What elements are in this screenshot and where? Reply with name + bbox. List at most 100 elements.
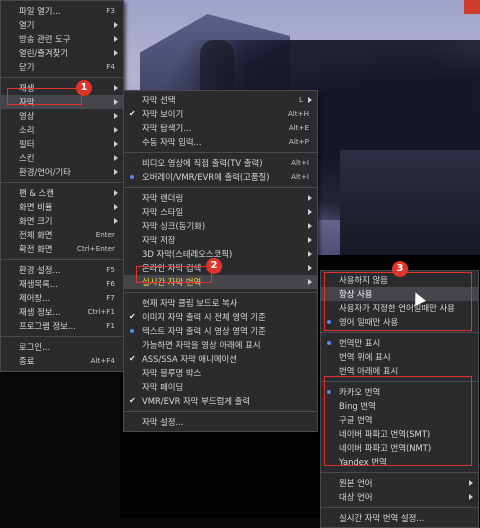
menu-item[interactable]: 텍스트 자막 출력 시 영상 영역 기준 xyxy=(124,324,317,338)
menu-item-label: 네이버 파파고 번역(SMT) xyxy=(339,429,431,439)
menu-item[interactable]: 대상 언어 xyxy=(321,490,478,504)
menu-item[interactable]: 자막 싱크(동기화) xyxy=(124,219,317,233)
menu-item-shortcut: Alt+F4 xyxy=(90,356,115,365)
menu-item-label: 자막 xyxy=(19,97,35,107)
menu-item-label: 영어 일때만 사용 xyxy=(339,317,399,327)
menu-item[interactable]: 네이버 파파고 번역(NMT) xyxy=(321,441,478,455)
realtime-translate-submenu: 사용하지 않음 항상 사용 사용자가 지정한 언어일때만 사용 영어 일때만 사용 번역… xyxy=(320,270,479,528)
menu-item[interactable]: 로그인... xyxy=(1,340,123,354)
menu-item-label: 자막 싱크(동기화) xyxy=(142,221,206,231)
menu-item-label: 화면 비율 xyxy=(19,202,53,212)
menu-separator xyxy=(1,259,123,260)
menu-item[interactable]: 번역 위에 표시 xyxy=(321,350,478,364)
menu-item[interactable]: 자막 스타일 xyxy=(124,205,317,219)
menu-item[interactable]: 오버레이/VMR/EVR에 출력(고품질) Alt+I xyxy=(124,170,317,184)
menu-item[interactable]: 필터 xyxy=(1,137,123,151)
menu-item[interactable]: 카카오 번역 xyxy=(321,385,478,399)
menu-item[interactable]: 전체 화면 Enter xyxy=(1,228,123,242)
menu-item[interactable]: 파일 열기... F3 xyxy=(1,4,123,18)
menu-item[interactable]: 열린/즐겨찾기 xyxy=(1,46,123,60)
menu-item[interactable]: 자막 페이딩 xyxy=(124,380,317,394)
menu-item[interactable]: 재생 정보... Ctrl+F1 xyxy=(1,305,123,319)
menu-item-label: 온라인 자막 검색 xyxy=(142,263,202,273)
menu-item[interactable]: 자막 xyxy=(1,95,123,109)
menu-item[interactable]: 원본 언어 xyxy=(321,476,478,490)
menu-item[interactable]: ✔ ASS/SSA 자막 애니메이션 xyxy=(124,352,317,366)
menu-separator xyxy=(1,182,123,183)
menu-item-label: 이미지 자막 출력 시 전체 영역 기준 xyxy=(142,312,266,322)
radio-dot-icon xyxy=(327,390,331,394)
menu-item-label: 열기 xyxy=(19,20,35,30)
menu-item[interactable]: 비디오 영상에 직접 출력(TV 출력) Alt+I xyxy=(124,156,317,170)
menu-item[interactable]: 수동 자막 입력... Alt+P xyxy=(124,135,317,149)
menu-item-label: 번역만 표시 xyxy=(339,338,381,348)
menu-item[interactable]: 화면 비율 xyxy=(1,200,123,214)
menu-item[interactable]: 환경 설정... F5 xyxy=(1,263,123,277)
menu-item[interactable]: 자막 렌더링 xyxy=(124,191,317,205)
menu-item[interactable]: 닫기 F4 xyxy=(1,60,123,74)
menu-item-label: 소리 xyxy=(19,125,35,135)
menu-item-label: 환경/언어/기타 xyxy=(19,167,71,177)
submenu-arrow-icon xyxy=(308,251,312,257)
menu-item[interactable]: 재생목록... F6 xyxy=(1,277,123,291)
menu-item-label: VMR/EVR 자막 부드럽게 출력 xyxy=(142,396,251,406)
menu-item[interactable]: ✔ 자막 보이기 Alt+H xyxy=(124,107,317,121)
menu-item-label: 대상 언어 xyxy=(339,492,373,502)
menu-item-label: 실시간 자막 번역 xyxy=(142,277,202,287)
menu-item[interactable]: ✔ 이미지 자막 출력 시 전체 영역 기준 xyxy=(124,310,317,324)
annotation-badge-2: 2 xyxy=(206,258,222,274)
menu-item[interactable]: 현재 자막 클립 보드로 복사 xyxy=(124,296,317,310)
menu-item[interactable]: 자막 저장 xyxy=(124,233,317,247)
menu-item[interactable]: 소리 xyxy=(1,123,123,137)
menu-separator xyxy=(124,152,317,153)
menu-item[interactable]: 네이버 파파고 번역(SMT) xyxy=(321,427,478,441)
menu-item-label: 제어창... xyxy=(19,293,51,303)
menu-item[interactable]: 자막 탐색기... Alt+E xyxy=(124,121,317,135)
menu-item-shortcut: Ctrl+Enter xyxy=(76,244,115,253)
menu-item[interactable]: 방송 관련 도구 xyxy=(1,32,123,46)
menu-item[interactable]: 번역 아래에 표시 xyxy=(321,364,478,378)
menu-item[interactable]: 화면 크기 xyxy=(1,214,123,228)
menu-item[interactable]: 열기 xyxy=(1,18,123,32)
menu-item[interactable]: 3D 자막(스테레오스코픽) xyxy=(124,247,317,261)
menu-item-label: 자막 렌더링 xyxy=(142,193,184,203)
menu-item[interactable]: 번역만 표시 xyxy=(321,336,478,350)
submenu-arrow-icon xyxy=(114,155,118,161)
menu-item-label: 열린/즐겨찾기 xyxy=(19,48,69,58)
menu-item[interactable]: 영어 일때만 사용 xyxy=(321,315,478,329)
submenu-arrow-icon xyxy=(114,204,118,210)
checkmark-icon: ✔ xyxy=(129,109,136,118)
menu-separator xyxy=(321,507,478,508)
menu-item-label: 네이버 파파고 번역(NMT) xyxy=(339,443,432,453)
menu-item[interactable]: 확전 화면 Ctrl+Enter xyxy=(1,242,123,256)
menu-item[interactable]: 재생 xyxy=(1,81,123,95)
menu-item[interactable]: 팬 & 스캔 xyxy=(1,186,123,200)
menu-item[interactable]: 제어창... F7 xyxy=(1,291,123,305)
submenu-arrow-icon xyxy=(114,36,118,42)
submenu-arrow-icon xyxy=(308,265,312,271)
menu-item-shortcut: F6 xyxy=(106,279,115,288)
menu-item-label: 영상 xyxy=(19,111,35,121)
menu-item[interactable]: 실시간 자막 번역 xyxy=(124,275,317,289)
menu-item[interactable]: Bing 번역 xyxy=(321,399,478,413)
menu-item[interactable]: 스킨 xyxy=(1,151,123,165)
menu-item[interactable]: ✔ VMR/EVR 자막 부드럽게 출력 xyxy=(124,394,317,408)
submenu-arrow-icon xyxy=(114,169,118,175)
menu-item[interactable]: 자막 블루명 박스 xyxy=(124,366,317,380)
menu-item[interactable]: 가능하면 자막을 영상 아래에 표시 xyxy=(124,338,317,352)
menu-item[interactable]: 자막 설정... xyxy=(124,415,317,429)
submenu-arrow-icon xyxy=(114,22,118,28)
menu-item[interactable]: 항상 사용 xyxy=(321,287,478,301)
window-edge xyxy=(464,0,480,14)
main-context-menu: 파일 열기... F3 열기방송 관련 도구열린/즐겨찾기닫기 F4 재생자막영상소리필… xyxy=(0,0,124,372)
menu-item[interactable]: 실시간 자막 번역 설정... xyxy=(321,511,478,525)
menu-item[interactable]: 자막 선택 L xyxy=(124,93,317,107)
menu-item[interactable]: 프로그램 정보... F1 xyxy=(1,319,123,333)
menu-item[interactable]: 구글 번역 xyxy=(321,413,478,427)
menu-item[interactable]: 사용자가 지정한 언어일때만 사용 xyxy=(321,301,478,315)
menu-item[interactable]: 종료 Alt+F4 xyxy=(1,354,123,368)
menu-item[interactable]: Yandex 번역 xyxy=(321,455,478,469)
menu-item[interactable]: 영상 xyxy=(1,109,123,123)
submenu-arrow-icon xyxy=(308,97,312,103)
menu-item[interactable]: 환경/언어/기타 xyxy=(1,165,123,179)
